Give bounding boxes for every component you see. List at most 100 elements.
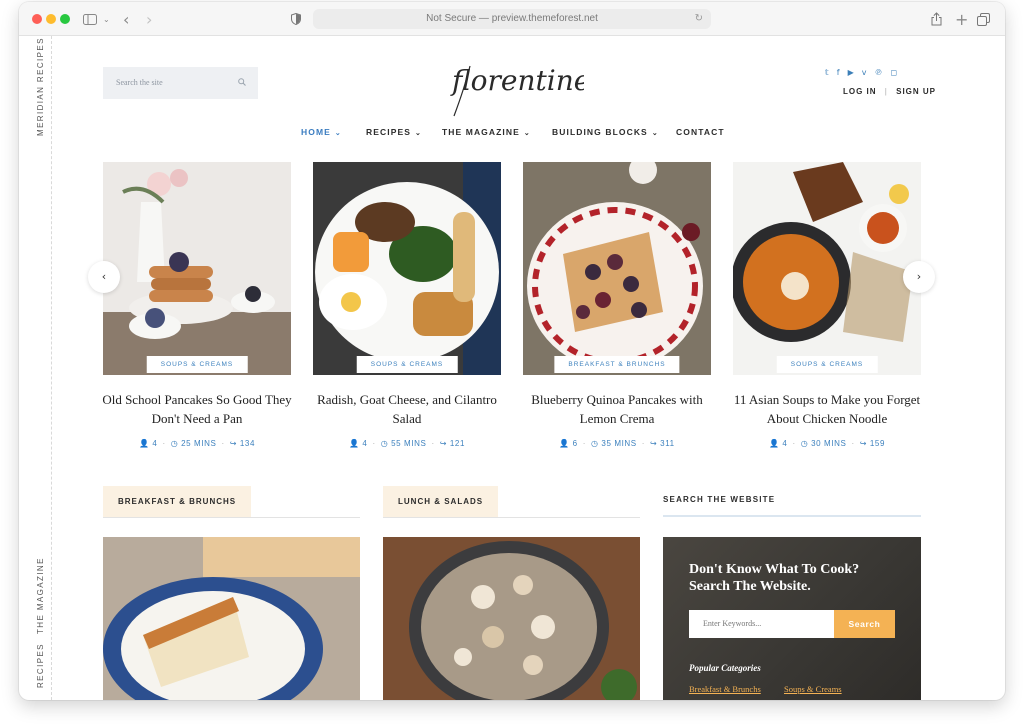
share-icon: ↪ — [229, 439, 238, 448]
signup-link[interactable]: SIGN UP — [896, 87, 936, 96]
maximize-window-button[interactable] — [60, 14, 70, 24]
back-button[interactable]: ‹ — [123, 10, 129, 29]
logo-text: florentine — [450, 64, 584, 97]
share-count: 311 — [660, 439, 675, 448]
nav-item-building-blocks[interactable]: BUILDING BLOCKS ⌄ — [552, 127, 659, 137]
servings-icon: 👤 — [559, 439, 570, 448]
recipe-meta: 👤 4 · ◷ 30 MINS · ↪ 159 — [768, 439, 886, 448]
section-label-lunch[interactable]: LUNCH & SALADS — [383, 486, 499, 518]
rail-label-recipes[interactable]: RECIPES — [36, 643, 45, 688]
nav-item-label: THE MAGAZINE — [442, 127, 520, 137]
rail-label-the-magazine[interactable]: THE MAGAZINE — [36, 557, 45, 634]
recipe-title[interactable]: Radish, Goat Cheese, and Cilantro Salad — [303, 390, 511, 428]
login-link[interactable]: LOG IN — [843, 87, 877, 96]
new-tab-icon[interactable]: + — [955, 10, 968, 29]
nav-item-recipes[interactable]: RECIPES ⌄ — [366, 127, 422, 137]
cook-time: 55 MINS — [391, 439, 427, 448]
share-count: 159 — [869, 439, 886, 448]
recipe-title[interactable]: Old School Pancakes So Good They Don't N… — [93, 390, 301, 428]
cook-time: 35 MINS — [601, 439, 637, 448]
recipe-photo-pancakes[interactable] — [103, 162, 291, 375]
clock-icon: ◷ — [380, 439, 389, 448]
servings-icon: 👤 — [138, 439, 150, 448]
pinterest-icon[interactable]: ℗ — [874, 68, 882, 77]
share-icon[interactable] — [931, 10, 942, 28]
recipe-title[interactable]: Blueberry Quinoa Pancakes with Lemon Cre… — [513, 390, 721, 428]
twitter-icon[interactable]: 𝕥 — [825, 68, 829, 77]
tabs-overview-icon[interactable] — [977, 10, 990, 28]
nav-item-the-magazine[interactable]: THE MAGAZINE ⌄ — [442, 127, 531, 137]
category-badge[interactable]: SOUPS & CREAMS — [776, 356, 878, 373]
auth-links: LOG IN | SIGN UP — [843, 87, 936, 96]
site-logo[interactable]: florentine — [444, 52, 590, 122]
share-icon: ↪ — [650, 439, 658, 448]
instagram-icon[interactable]: ◻ — [890, 68, 897, 77]
chevron-down-icon[interactable]: ⌄ — [103, 10, 110, 28]
category-badge[interactable]: BREAKFAST & BRUNCHS — [554, 356, 680, 373]
section-label-breakfast[interactable]: BREAKFAST & BRUNCHS — [103, 486, 252, 518]
search-section-divider — [663, 515, 921, 517]
clock-icon: ◷ — [591, 439, 599, 448]
recipe-photo-salad[interactable] — [313, 162, 501, 375]
cook-time: 25 MINS — [181, 439, 217, 448]
shield-icon[interactable] — [291, 10, 301, 28]
chevron-down-icon: ⌄ — [334, 130, 342, 137]
social-links: 𝕥 f ▶ v ℗ ◻ — [825, 68, 897, 77]
popular-category-link[interactable]: Soups & Creams — [784, 684, 842, 694]
carousel-prev-button[interactable]: ‹ — [88, 261, 120, 293]
site-search-input[interactable]: Search the site — [103, 67, 258, 99]
youtube-icon[interactable]: ▶ — [848, 68, 854, 77]
section-divider — [383, 517, 640, 518]
recipe-meta: 👤 4 · ◷ 55 MINS · ↪ 121 — [348, 439, 466, 448]
url-bar[interactable]: Not Secure — preview.themeforest.net ↻ — [313, 9, 711, 29]
main-nav: HOME ⌄ RECIPES ⌄ THE MAGAZINE ⌄ BUILDING BL… — [19, 127, 1005, 141]
rail-label-meridian-recipes[interactable]: MERIDIAN RECIPES — [36, 37, 45, 136]
nav-item-label: CONTACT — [676, 127, 725, 137]
sidebar-toggle-icon[interactable] — [83, 10, 97, 28]
popular-category-link[interactable]: Breakfast & Brunchs — [689, 684, 761, 694]
nav-item-label: RECIPES — [366, 127, 412, 137]
category-badge[interactable]: SOUPS & CREAMS — [146, 356, 248, 373]
search-icon[interactable] — [238, 67, 246, 99]
servings-count: 4 — [152, 439, 158, 448]
post-photo-mushrooms[interactable] — [383, 537, 640, 700]
recipe-card[interactable]: BREAKFAST & BRUNCHS Blueberry Quinoa Pan… — [523, 162, 711, 448]
recipe-card[interactable]: SOUPS & CREAMS Radish, Goat Cheese, and … — [313, 162, 501, 448]
category-badge[interactable]: SOUPS & CREAMS — [356, 356, 458, 373]
keyword-search-input[interactable]: Enter Keywords... — [689, 610, 834, 638]
post-photo-cheesecake[interactable] — [103, 537, 360, 700]
chevron-down-icon: ⌄ — [651, 130, 659, 137]
recipe-meta: 👤 6 · ◷ 35 MINS · ↪ 311 — [559, 439, 675, 448]
search-widget-title: Don't Know What To Cook? Search The Webs… — [689, 562, 860, 594]
browser-window: ⌄ ‹ › Not Secure — preview.themeforest.n… — [19, 2, 1005, 700]
vimeo-icon[interactable]: v — [862, 68, 867, 77]
section-divider — [103, 517, 360, 518]
share-icon: ↪ — [859, 439, 868, 448]
servings-icon: 👤 — [768, 439, 780, 448]
chevron-down-icon: ⌄ — [523, 130, 531, 137]
minimize-window-button[interactable] — [46, 14, 56, 24]
reload-icon[interactable]: ↻ — [695, 9, 703, 29]
servings-icon: 👤 — [348, 439, 360, 448]
recipe-photo-blueberry[interactable] — [523, 162, 711, 375]
forward-button[interactable]: › — [146, 10, 152, 29]
search-submit-button[interactable]: Search — [834, 610, 895, 638]
carousel-next-button[interactable]: › — [903, 261, 935, 293]
recipe-title[interactable]: 11 Asian Soups to Make you Forget About … — [723, 390, 931, 428]
close-window-button[interactable] — [32, 14, 42, 24]
search-widget: Don't Know What To Cook? Search The Webs… — [663, 537, 921, 700]
search-section-title: SEARCH THE WEBSITE — [663, 495, 776, 504]
cook-time: 30 MINS — [811, 439, 847, 448]
facebook-icon[interactable]: f — [837, 68, 840, 77]
clock-icon: ◷ — [800, 439, 809, 448]
recipe-photo-soup[interactable] — [733, 162, 921, 375]
share-count: 121 — [449, 439, 466, 448]
nav-item-contact[interactable]: CONTACT — [676, 127, 725, 137]
auth-separator: | — [884, 87, 888, 96]
clock-icon: ◷ — [170, 439, 179, 448]
recipe-card[interactable]: SOUPS & CREAMS Old School Pancakes So Go… — [102, 162, 292, 448]
url-text: Not Secure — preview.themeforest.net — [426, 13, 598, 24]
nav-item-label: BUILDING BLOCKS — [552, 127, 648, 137]
nav-item-home[interactable]: HOME ⌄ — [301, 127, 342, 137]
recipe-card[interactable]: SOUPS & CREAMS 11 Asian Soups to Make yo… — [733, 162, 921, 448]
